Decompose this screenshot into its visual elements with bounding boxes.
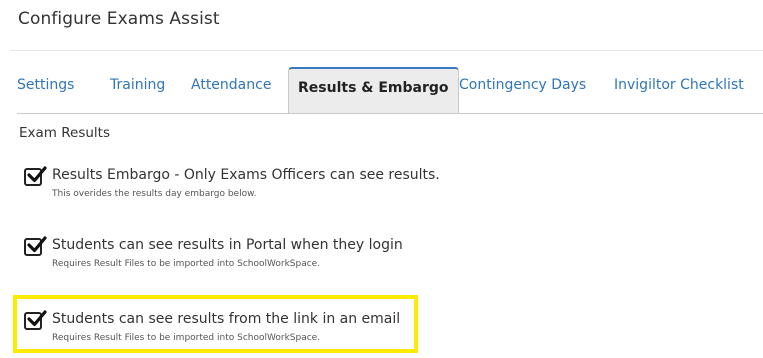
option-description: Requires Result Files to be imported int… — [52, 259, 321, 269]
tab-bar-divider — [17, 113, 763, 114]
page-title: Configure Exams Assist — [18, 9, 220, 29]
tab-settings[interactable]: Settings — [17, 77, 74, 93]
option-label: Students can see results from the link i… — [52, 311, 401, 327]
option-label: Results Embargo - Only Exams Officers ca… — [52, 167, 440, 183]
email-results-checkbox[interactable] — [24, 310, 47, 330]
option-description: Requires Result Files to be imported int… — [52, 333, 321, 343]
tab-attendance[interactable]: Attendance — [191, 77, 271, 93]
tab-invigilator-checklist[interactable]: Invigiltor Checklist — [614, 77, 744, 93]
tab-bar: Settings Training Attendance Results & E… — [17, 67, 763, 115]
results-embargo-checkbox[interactable] — [24, 166, 47, 186]
option-label: Students can see results in Portal when … — [52, 237, 403, 253]
portal-results-checkbox[interactable] — [24, 236, 47, 256]
title-divider — [10, 50, 763, 51]
checkmark-icon — [27, 236, 47, 253]
checkmark-icon — [27, 310, 47, 327]
tab-results-embargo[interactable]: Results & Embargo — [288, 67, 459, 113]
option-description: This overides the results day embargo be… — [52, 189, 257, 199]
tab-contingency-days[interactable]: Contingency Days — [459, 77, 586, 93]
section-title: Exam Results — [19, 125, 110, 141]
tab-training[interactable]: Training — [110, 77, 165, 93]
checkmark-icon — [27, 166, 47, 183]
